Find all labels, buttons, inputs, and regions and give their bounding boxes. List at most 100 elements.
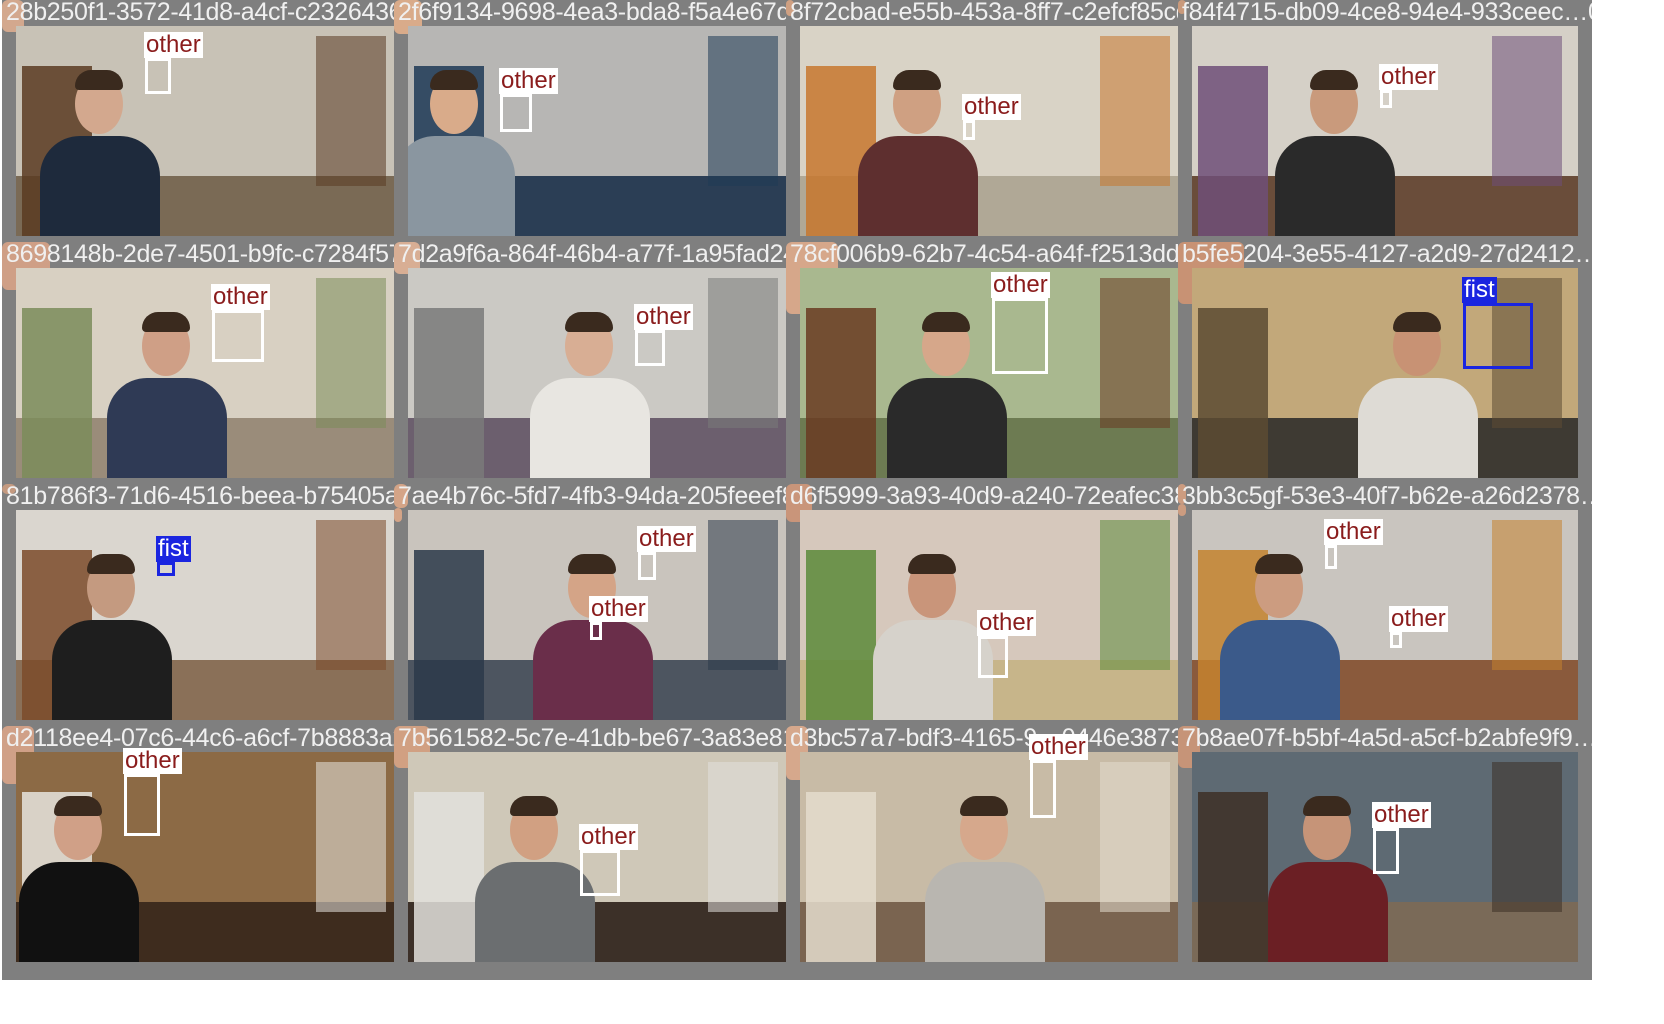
detection-box[interactable] — [992, 298, 1048, 374]
image-filename: d3bc57a7-bdf3-4165-9…0446e387384a.jpg — [790, 726, 1200, 752]
person-hair — [565, 312, 613, 332]
image-tile[interactable]: 7ae4b76c-5fd7-4fb3-94da-205feeef8d46.jpg… — [394, 484, 808, 738]
detection-box[interactable] — [500, 94, 532, 132]
image-filename: 7b8ae07f-b5bf-4a5d-a5cf-b2abfe9f9…jpg — [1182, 726, 1592, 752]
image-tile[interactable]: 8698148b-2de7-4501-b9fc-c7284f577f12.jpg… — [2, 242, 416, 496]
window-or-door — [316, 520, 386, 670]
window-or-door — [1100, 36, 1170, 186]
furniture — [414, 550, 484, 720]
image-tile[interactable]: 81b786f3-71d6-4516-beea-b75405af7a47.jpg… — [2, 484, 416, 738]
detection-box[interactable] — [963, 120, 975, 140]
detection-image-grid: 28b250f1-3572-41d8-a4cf-c2326436d…1e3.jp… — [0, 0, 1664, 1024]
person-torso — [52, 620, 172, 720]
photo-scene — [16, 510, 402, 720]
detection-label: other — [991, 271, 1050, 298]
person-torso — [40, 136, 160, 236]
person-torso — [858, 136, 978, 236]
person-hair — [75, 70, 123, 90]
detection-box[interactable] — [1390, 632, 1402, 648]
image-tile[interactable]: f84f4715-db09-4ce8-94e4-933ceec…0.jpg oth… — [1178, 0, 1592, 254]
person-hair — [510, 796, 558, 816]
detection-box[interactable] — [1463, 303, 1533, 369]
window-or-door — [1492, 36, 1562, 186]
photo-scene — [1192, 268, 1578, 478]
image-filename: 78cf006b9-62b7-4c54-a64f-f2513dd5b4fe.jp… — [790, 242, 1200, 268]
image-filename: b5fe5204-3e55-4127-a2d9-27d2412…jpg — [1182, 242, 1592, 268]
detection-label: other — [634, 303, 693, 330]
image-tile[interactable]: d3bc57a7-bdf3-4165-9…0446e387384a.jpgoth… — [786, 726, 1200, 980]
image-tile[interactable]: 7b8ae07f-b5bf-4a5d-a5cf-b2abfe9f9…jpg oth… — [1178, 726, 1592, 980]
detection-box[interactable] — [1380, 90, 1392, 108]
furniture — [806, 308, 876, 478]
image-filename: d6f5999-3a93-40d9-a240-72eafec38bb3.jpg — [790, 484, 1200, 510]
person-torso — [1268, 862, 1388, 962]
image-tile[interactable]: 2f6f9134-9698-4ea3-bda8-f5a4e67d5721.jpg… — [394, 0, 808, 254]
person-torso — [408, 136, 515, 236]
furniture — [414, 792, 484, 962]
detection-label: other — [1372, 801, 1431, 828]
image-tile[interactable]: 28b250f1-3572-41d8-a4cf-c2326436d…1e3.jp… — [2, 0, 416, 254]
window-or-door — [708, 36, 778, 186]
detection-label: other — [579, 823, 638, 850]
image-filename: 81b786f3-71d6-4516-beea-b75405af7a47.jpg — [6, 484, 416, 510]
window-or-door — [708, 762, 778, 912]
window-or-door — [316, 36, 386, 186]
photo-scene — [408, 26, 794, 236]
detection-box[interactable] — [635, 330, 665, 366]
photo-scene — [1192, 26, 1578, 236]
detection-box[interactable] — [1373, 828, 1399, 874]
photo-scene — [800, 752, 1186, 962]
image-tile[interactable]: d2118ee4-07c6-44c6-a6cf-7b8883a22b56.jpg… — [2, 726, 416, 980]
person-torso — [475, 862, 595, 962]
detection-box[interactable] — [1325, 545, 1337, 569]
image-tile[interactable]: 78cf006b9-62b7-4c54-a64f-f2513dd5b4fe.jp… — [786, 242, 1200, 496]
detection-label: other — [1379, 63, 1438, 90]
image-filename: 7b561582-5c7e-41db-be67-3a83e816bbcc.jpg — [398, 726, 808, 752]
image-tile[interactable]: 7d2a9f6a-864f-46b4-a77f-1a95fad24788.jpg… — [394, 242, 808, 496]
person-torso — [873, 620, 993, 720]
image-filename: 3bb3c5gf-53e3-40f7-b62e-a26d2378…jpg — [1182, 484, 1592, 510]
person-hair — [908, 554, 956, 574]
detection-box[interactable] — [580, 850, 620, 896]
detection-box[interactable] — [590, 622, 602, 640]
person-hair — [430, 70, 478, 90]
detection-box[interactable] — [212, 310, 264, 362]
window-or-door — [1492, 762, 1562, 912]
window-or-door — [316, 762, 386, 912]
person-torso — [107, 378, 227, 478]
detection-box[interactable] — [978, 636, 1008, 678]
furniture — [414, 308, 484, 478]
image-filename: 7ae4b76c-5fd7-4fb3-94da-205feeef8d46.jpg — [398, 484, 808, 510]
detection-box[interactable] — [1030, 760, 1056, 818]
image-tile[interactable]: b5fe5204-3e55-4127-a2d9-27d2412…jpg fist — [1178, 242, 1592, 496]
person-hair — [54, 796, 102, 816]
person-hair — [87, 554, 135, 574]
person-hair — [568, 554, 616, 574]
detection-box[interactable] — [145, 58, 171, 94]
image-filename: 28b250f1-3572-41d8-a4cf-c2326436d…1e3.jp… — [6, 0, 416, 26]
person-hair — [922, 312, 970, 332]
image-tile[interactable]: 7b561582-5c7e-41db-be67-3a83e816bbcc.jpg… — [394, 726, 808, 980]
detection-box[interactable] — [157, 562, 175, 576]
person-hair — [1310, 70, 1358, 90]
photo-scene — [1192, 510, 1578, 720]
photo-scene — [16, 26, 402, 236]
detection-label: other — [637, 525, 696, 552]
furniture — [1198, 792, 1268, 962]
image-tile[interactable]: 8f72cbad-e55b-453a-8ff7-c2efcf85cd09.jpg… — [786, 0, 1200, 254]
furniture — [1198, 308, 1268, 478]
photo-scene — [16, 268, 402, 478]
furniture — [806, 550, 876, 720]
person-torso — [1220, 620, 1340, 720]
detection-box[interactable] — [124, 774, 160, 836]
detection-box[interactable] — [638, 552, 656, 580]
detection-label: other — [499, 67, 558, 94]
person-hair — [893, 70, 941, 90]
image-tile[interactable]: 3bb3c5gf-53e3-40f7-b62e-a26d2378…jpg othe… — [1178, 484, 1592, 738]
person-hair — [960, 796, 1008, 816]
image-filename: d2118ee4-07c6-44c6-a6cf-7b8883a22b56.jpg — [6, 726, 416, 752]
image-tile[interactable]: d6f5999-3a93-40d9-a240-72eafec38bb3.jpg o… — [786, 484, 1200, 738]
detection-label: other — [589, 595, 648, 622]
detection-label: fist — [156, 535, 191, 562]
window-or-door — [1100, 278, 1170, 428]
